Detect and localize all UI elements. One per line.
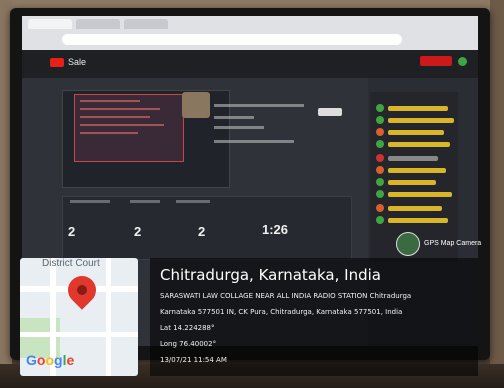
stat-value: 2 — [68, 224, 76, 239]
chat-message — [376, 140, 456, 149]
avatar — [376, 204, 384, 212]
chat-message — [376, 116, 456, 125]
stats-tab[interactable] — [176, 200, 210, 203]
chat-message-text — [388, 106, 448, 111]
chat-message — [376, 190, 456, 199]
google-logo: Google — [26, 352, 75, 368]
gps-camera-icon — [396, 232, 420, 256]
avatar — [376, 190, 384, 198]
wall-right — [490, 0, 504, 388]
chat-message-text — [388, 180, 436, 185]
location-city: Chitradurga, Karnataka, India — [160, 266, 381, 284]
preview-text-line — [80, 116, 150, 118]
preview-text-line — [80, 124, 164, 126]
preview-text-line — [80, 108, 160, 110]
address-bar[interactable] — [62, 34, 402, 45]
avatar — [376, 140, 384, 148]
stats-tab[interactable] — [130, 200, 160, 203]
chat-message-text — [388, 192, 452, 197]
chat-message — [376, 166, 456, 175]
avatar — [376, 216, 384, 224]
edit-button[interactable] — [318, 108, 342, 116]
map-road — [20, 332, 138, 337]
stream-info-line — [214, 104, 304, 107]
stat-value: 2 — [134, 224, 142, 239]
stream-info-line — [214, 126, 264, 129]
chat-message — [376, 216, 456, 225]
stream-info-line — [214, 140, 294, 143]
chat-message-text — [388, 218, 448, 223]
latitude: Lat 14.224288° — [160, 324, 215, 332]
studio-title: Sale — [68, 57, 87, 67]
preview-text-line — [80, 100, 140, 102]
chat-message-text — [388, 168, 446, 173]
longitude: Long 76.40002° — [160, 340, 217, 348]
avatar — [376, 154, 384, 162]
browser-tab[interactable] — [76, 19, 120, 29]
preview-video — [74, 94, 184, 162]
stats-tab[interactable] — [70, 200, 110, 203]
chat-message — [376, 154, 456, 163]
stat-value: 1:26 — [262, 222, 289, 237]
browser-tab[interactable] — [28, 19, 72, 29]
chat-message — [376, 178, 456, 187]
chat-message-text — [388, 156, 438, 161]
go-live-button[interactable] — [420, 56, 452, 66]
chat-message — [376, 104, 456, 113]
webcam-thumbnail — [182, 92, 210, 118]
avatar[interactable] — [458, 57, 467, 66]
gps-badge-label: GPS Map Camera — [424, 240, 482, 247]
location-pin-center — [77, 285, 87, 295]
chat-message — [376, 204, 456, 213]
avatar — [376, 178, 384, 186]
youtube-logo-icon — [50, 58, 64, 67]
avatar — [376, 128, 384, 136]
studio-header — [22, 50, 478, 78]
stream-info-line — [214, 116, 254, 119]
chat-message-text — [388, 118, 454, 123]
stream-stats-panel — [62, 196, 352, 260]
preview-text-line — [80, 132, 138, 134]
browser-tab[interactable] — [124, 19, 168, 29]
chat-message-text — [388, 142, 450, 147]
avatar — [376, 104, 384, 112]
avatar — [376, 116, 384, 124]
map-road — [106, 258, 111, 376]
chat-message — [376, 128, 456, 137]
timestamp: 13/07/21 11:54 AM — [160, 356, 227, 364]
stat-value: 2 — [198, 224, 206, 239]
map-place-label: District Court — [42, 258, 100, 269]
chat-message-text — [388, 130, 444, 135]
browser-toolbar — [22, 16, 478, 50]
browser-tabs — [28, 19, 168, 31]
chat-message-text — [388, 206, 442, 211]
address-line: SARASWATI LAW COLLAGE NEAR ALL INDIA RAD… — [160, 292, 412, 300]
avatar — [376, 166, 384, 174]
address-line: Karnataka 577501 IN, CK Pura, Chitradurg… — [160, 308, 403, 316]
